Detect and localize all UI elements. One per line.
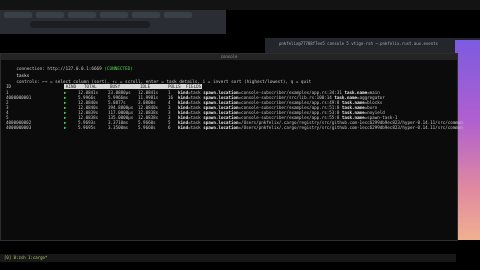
console-terminal[interactable]: console connection: http://127.0.0.1:666… — [0, 53, 463, 241]
task-polls-cell: 6 — [168, 125, 171, 130]
secondary-window-title: pnkfelix@77708f7ee5 console 5 vtigo-rsh … — [279, 41, 438, 46]
tmux-status-bar: [0] 0:zsh 1:cargo* — [0, 254, 456, 262]
tmux-status-text: [0] 0:zsh 1:cargo* — [4, 255, 48, 260]
browser-tab[interactable] — [36, 12, 64, 18]
browser-tab[interactable] — [100, 12, 128, 18]
task-idle-cell: 5.9660s — [138, 125, 156, 130]
connection-line: connection: http://127.0.0.1:6669 (CONNE… — [16, 67, 133, 72]
browser-address-bar[interactable] — [30, 21, 150, 28]
terminal-titlebar: console — [1, 54, 457, 60]
task-busy-cell: 3.3500ms — [108, 125, 129, 130]
browser-tab[interactable] — [164, 12, 192, 18]
col-polls[interactable]: POLLS — [168, 84, 181, 89]
task-fields-cell: kind=task spawn.location=/Users/pnkfelix… — [178, 125, 463, 130]
task-total-cell: 5.9695s — [78, 125, 96, 130]
system-menubar — [0, 0, 480, 10]
col-total[interactable]: TOTAL — [84, 84, 97, 89]
task-id-cell: 4000000003 — [6, 125, 32, 130]
browser-tab[interactable] — [132, 12, 160, 18]
browser-window — [0, 10, 226, 34]
col-fields[interactable]: FIELDS — [186, 84, 201, 89]
table-row[interactable]: 4000000003 ▶ 5.9695s 3.3500ms 5.9660s 6 kind=t… — [6, 125, 463, 130]
browser-tabs — [2, 11, 226, 19]
desktop-wallpaper — [455, 40, 480, 240]
browser-tab[interactable] — [68, 12, 96, 18]
table-header: ID KIND TOTAL BUSY IDLE POLLS FIELDS — [6, 84, 446, 89]
browser-tab[interactable] — [4, 12, 32, 18]
col-busy[interactable]: BUSY — [110, 84, 120, 89]
col-kind[interactable]: KIND — [66, 84, 76, 89]
task-state-cell: ▶ — [64, 125, 67, 130]
terminal-title: console — [220, 54, 238, 59]
col-id[interactable]: ID — [6, 84, 11, 89]
col-idle[interactable]: IDLE — [140, 84, 150, 89]
